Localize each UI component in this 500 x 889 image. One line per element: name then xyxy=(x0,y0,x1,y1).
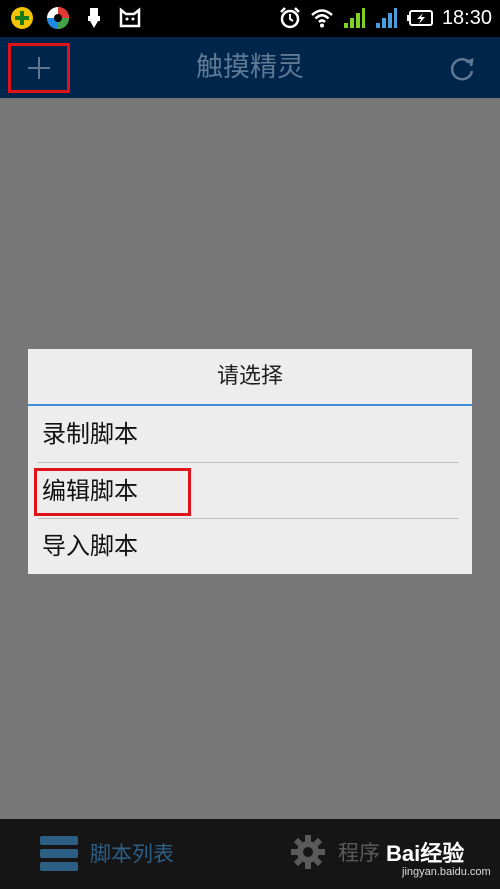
refresh-icon[interactable] xyxy=(446,53,478,85)
dialog-title: 请选择 xyxy=(216,364,283,389)
game-center-icon xyxy=(11,7,33,29)
menu-item-record-script[interactable]: 录制脚本 xyxy=(28,406,472,463)
annotation-highlight-box xyxy=(34,468,191,516)
page-title: 触摸精灵 xyxy=(196,52,304,83)
nav-script-list[interactable]: 脚本列表 xyxy=(40,834,174,872)
browser-icon xyxy=(47,7,69,29)
notification-icons xyxy=(10,6,142,30)
system-icons: 18:30 xyxy=(278,5,492,31)
wifi-icon xyxy=(311,9,333,28)
usb-icon xyxy=(88,8,100,28)
signal-icon xyxy=(343,8,365,28)
list-icon xyxy=(40,836,78,871)
nav-script-list-label: 脚本列表 xyxy=(90,842,174,866)
battery-charging-icon xyxy=(406,10,433,26)
nav-program[interactable]: 程序 xyxy=(290,834,380,870)
cat-icon xyxy=(119,7,141,28)
baidu-jingyan-watermark: Bai经验 jingyan.baidu.com xyxy=(386,836,491,878)
watermark-brand: Bai经验 xyxy=(386,841,465,866)
menu-item-import-script[interactable]: 导入脚本 xyxy=(28,519,472,574)
status-bar: 18:30 xyxy=(0,0,500,37)
alarm-icon xyxy=(280,7,300,29)
plus-icon xyxy=(28,57,50,79)
add-script-button[interactable] xyxy=(8,43,70,93)
signal-icon xyxy=(375,8,397,28)
choose-dialog: 请选择 录制脚本 编辑脚本 导入脚本 xyxy=(28,349,472,574)
status-time: 18:30 xyxy=(441,7,492,29)
gear-icon xyxy=(291,835,325,869)
nav-program-label: 程序 xyxy=(338,841,380,865)
watermark-url: jingyan.baidu.com xyxy=(402,866,491,878)
